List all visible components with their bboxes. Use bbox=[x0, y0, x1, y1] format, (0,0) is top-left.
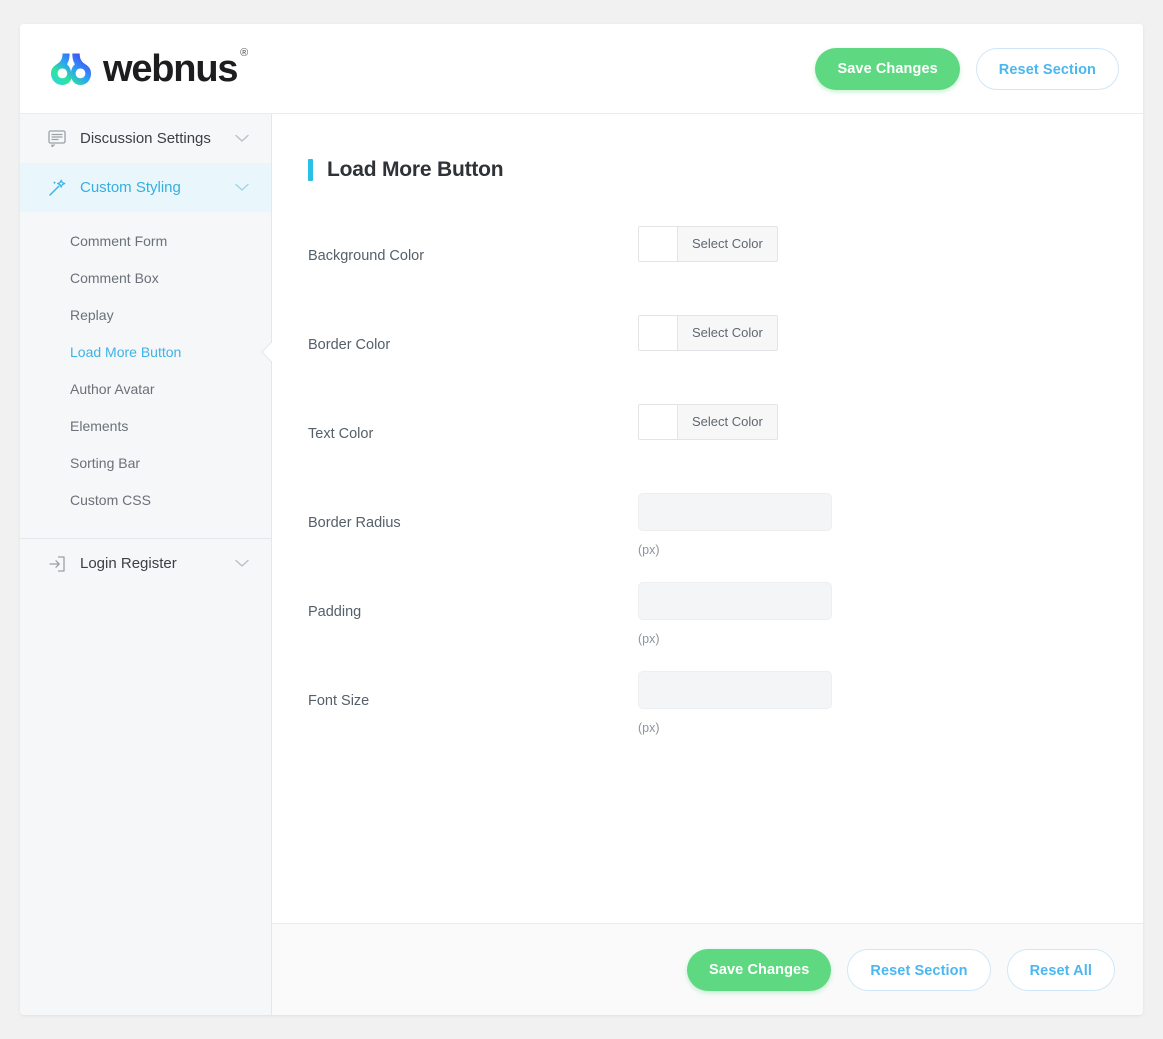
chevron-down-icon[interactable] bbox=[235, 555, 249, 573]
header-save-changes-button[interactable]: Save Changes bbox=[815, 47, 960, 90]
sidebar-item-label: Elements bbox=[70, 417, 129, 434]
padding-hint: (px) bbox=[638, 632, 660, 646]
sidebar-group-login-register[interactable]: Login Register bbox=[20, 539, 271, 588]
sidebar-group-discussion-settings[interactable]: Discussion Settings bbox=[20, 114, 271, 163]
app-header: webnus ® Save Changes Reset Section bbox=[20, 24, 1143, 114]
title-accent-bar bbox=[308, 159, 313, 181]
sidebar-subnav: Comment Form Comment Box Replay Load Mor… bbox=[20, 212, 273, 532]
sidebar: Discussion Settings Custom Styling Comme… bbox=[20, 114, 273, 1015]
sidebar-item-label: Replay bbox=[70, 306, 114, 323]
field-label: Background Color bbox=[308, 248, 425, 264]
border-color-picker[interactable]: Select Color bbox=[638, 315, 778, 351]
settings-card: webnus ® Save Changes Reset Section Discu… bbox=[20, 24, 1143, 1015]
select-color-label[interactable]: Select Color bbox=[678, 316, 777, 350]
registered-mark: ® bbox=[240, 46, 249, 59]
footer-reset-section-button[interactable]: Reset Section bbox=[847, 948, 991, 991]
field-label: Padding bbox=[308, 604, 362, 620]
chevron-down-icon[interactable] bbox=[235, 130, 249, 148]
field-label: Border Color bbox=[308, 337, 391, 353]
border-radius-input[interactable] bbox=[638, 493, 832, 531]
header-reset-section-button[interactable]: Reset Section bbox=[975, 47, 1119, 90]
brand-name-text: webnus bbox=[103, 47, 238, 90]
sidebar-item-label: Sorting Bar bbox=[70, 454, 141, 471]
page-title-text: Load More Button bbox=[327, 158, 504, 181]
sidebar-item-label: Comment Form bbox=[70, 232, 168, 249]
sidebar-item-elements[interactable]: Elements bbox=[20, 407, 271, 444]
sidebar-item-label: Comment Box bbox=[70, 269, 159, 286]
color-swatch[interactable] bbox=[639, 405, 678, 439]
select-color-label[interactable]: Select Color bbox=[678, 227, 777, 261]
sidebar-item-sorting-bar[interactable]: Sorting Bar bbox=[20, 444, 271, 481]
field-label: Font Size bbox=[308, 693, 370, 709]
field-border-color: Border Color Select Color bbox=[308, 315, 1103, 404]
comment-bubble-icon bbox=[46, 128, 68, 150]
active-item-pointer-icon bbox=[261, 341, 273, 363]
field-border-radius: Border Radius (px) bbox=[308, 493, 1103, 582]
field-label: Text Color bbox=[308, 426, 374, 442]
field-font-size: Font Size (px) bbox=[308, 671, 1103, 760]
color-swatch[interactable] bbox=[639, 316, 678, 350]
app-body: Discussion Settings Custom Styling Comme… bbox=[20, 114, 1143, 1015]
sidebar-item-load-more-button[interactable]: Load More Button bbox=[20, 333, 273, 370]
field-control: (px) bbox=[638, 582, 1103, 646]
color-swatch[interactable] bbox=[639, 227, 678, 261]
header-actions: Save Changes Reset Section bbox=[815, 47, 1119, 90]
field-label: Border Radius bbox=[308, 515, 401, 531]
field-control: Select Color bbox=[638, 315, 1103, 355]
field-control: (px) bbox=[638, 671, 1103, 735]
background-color-picker[interactable]: Select Color bbox=[638, 226, 778, 262]
field-control: (px) bbox=[638, 493, 1103, 557]
magic-wand-icon bbox=[46, 177, 68, 199]
brand-name: webnus ® bbox=[103, 47, 248, 90]
webnus-logo-icon bbox=[45, 51, 93, 87]
settings-panel: Load More Button Background Color Select… bbox=[272, 114, 1143, 923]
border-radius-hint: (px) bbox=[638, 543, 660, 557]
field-text-color: Text Color Select Color bbox=[308, 404, 1103, 493]
sidebar-item-comment-form[interactable]: Comment Form bbox=[20, 222, 271, 259]
field-background-color: Background Color Select Color bbox=[308, 226, 1103, 315]
font-size-hint: (px) bbox=[638, 721, 660, 735]
sidebar-item-label: Load More Button bbox=[70, 343, 182, 360]
main-content: Load More Button Background Color Select… bbox=[272, 114, 1143, 1015]
page-title: Load More Button bbox=[308, 158, 1103, 182]
footer-reset-all-button[interactable]: Reset All bbox=[1006, 948, 1115, 991]
sidebar-group-label: Custom Styling bbox=[80, 179, 181, 196]
sidebar-group-label: Discussion Settings bbox=[80, 130, 211, 147]
sidebar-group-label: Login Register bbox=[80, 555, 177, 572]
brand-logo: webnus ® bbox=[44, 47, 248, 90]
sidebar-group-custom-styling[interactable]: Custom Styling bbox=[20, 163, 271, 212]
select-color-label[interactable]: Select Color bbox=[678, 405, 777, 439]
sidebar-item-replay[interactable]: Replay bbox=[20, 296, 271, 333]
sidebar-item-author-avatar[interactable]: Author Avatar bbox=[20, 370, 271, 407]
field-control: Select Color bbox=[638, 226, 1103, 266]
font-size-input[interactable] bbox=[638, 671, 832, 709]
field-control: Select Color bbox=[638, 404, 1103, 444]
sidebar-item-label: Custom CSS bbox=[70, 491, 151, 508]
sign-in-icon bbox=[46, 553, 68, 575]
field-padding: Padding (px) bbox=[308, 582, 1103, 671]
footer-save-changes-button[interactable]: Save Changes bbox=[687, 948, 832, 991]
app-footer: Save Changes Reset Section Reset All bbox=[272, 923, 1143, 1015]
sidebar-item-label: Author Avatar bbox=[70, 380, 155, 397]
padding-input[interactable] bbox=[638, 582, 832, 620]
chevron-down-icon[interactable] bbox=[235, 179, 249, 197]
sidebar-item-comment-box[interactable]: Comment Box bbox=[20, 259, 271, 296]
text-color-picker[interactable]: Select Color bbox=[638, 404, 778, 440]
sidebar-item-custom-css[interactable]: Custom CSS bbox=[20, 481, 271, 518]
